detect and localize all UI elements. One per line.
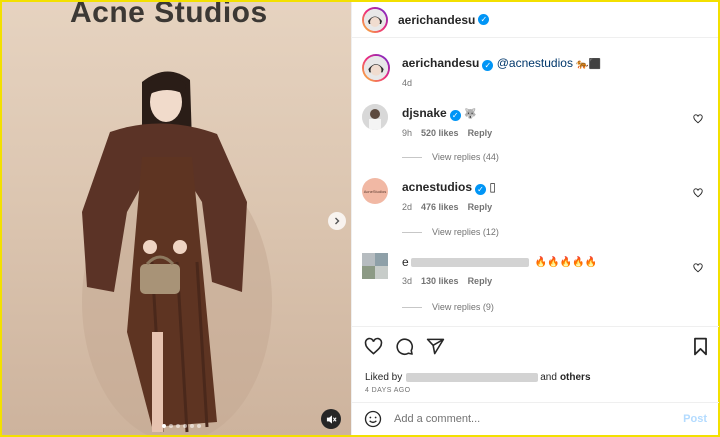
view-replies-button[interactable]: View replies (12) — [402, 227, 499, 237]
comment-text: ▯ — [489, 180, 496, 194]
verified-icon: ✓ — [482, 60, 494, 71]
caption-username[interactable]: aerichandesu — [402, 56, 479, 70]
avatar-image — [362, 104, 388, 130]
verified-icon: ✓ — [475, 184, 487, 195]
caption-mention[interactable]: @acnestudios — [497, 56, 573, 70]
comments-list: aerichandesu ✓ @acnestudios 🐅⬛ 4d djsnake… — [352, 38, 719, 326]
author-username[interactable]: aerichandesu — [398, 13, 475, 27]
verified-icon: ✓ — [478, 14, 490, 25]
post-media[interactable]: Acne Studios — [2, 2, 351, 435]
comment-username[interactable]: acnestudios — [402, 180, 472, 194]
like-comment-icon[interactable] — [693, 188, 703, 198]
comment-likes[interactable]: 476 likes — [421, 202, 459, 212]
reply-button[interactable]: Reply — [468, 202, 493, 212]
likes-summary[interactable]: Liked by and others — [365, 372, 591, 383]
post-date[interactable]: 4 DAYS AGO — [365, 387, 411, 394]
divider — [402, 231, 422, 233]
add-comment-bar: Add a comment... Post — [352, 402, 719, 435]
commenter-avatar[interactable] — [362, 104, 388, 130]
view-replies-button[interactable]: View replies (44) — [402, 152, 499, 162]
comment-likes[interactable]: 130 likes — [421, 276, 459, 286]
comment-time[interactable]: 3d — [402, 276, 412, 286]
chevron-right-icon — [335, 217, 340, 225]
post-button[interactable]: Post — [683, 413, 707, 425]
slide-dot — [169, 424, 173, 428]
comment-text: 🐺 — [464, 109, 477, 120]
like-comment-icon[interactable] — [693, 114, 703, 124]
comment-username[interactable]: djsnake — [402, 106, 447, 120]
divider — [402, 156, 422, 158]
caption-emoji: 🐅⬛ — [576, 59, 602, 70]
mute-button[interactable] — [321, 409, 341, 429]
view-replies-button[interactable]: View replies (9) — [402, 302, 494, 312]
comment-username[interactable]: e — [402, 255, 409, 269]
like-comment-icon[interactable] — [693, 263, 703, 273]
comment-input[interactable]: Add a comment... — [394, 413, 683, 425]
emoji-icon[interactable] — [364, 410, 382, 428]
view-replies-label: View replies (12) — [432, 227, 499, 237]
author-avatar[interactable] — [362, 7, 388, 33]
divider — [402, 306, 422, 308]
commenter-avatar[interactable]: AcneStudios — [362, 178, 388, 204]
slide-dot — [162, 424, 166, 428]
bookmark-icon[interactable] — [692, 337, 709, 356]
model-figure — [82, 71, 272, 435]
slide-dot — [176, 424, 180, 428]
redacted-username — [410, 257, 529, 267]
commenter-avatar[interactable] — [362, 253, 388, 279]
slide-dot — [197, 424, 201, 428]
post-actions: Liked by and others 4 DAYS AGO — [352, 326, 719, 402]
avatar-image — [362, 253, 388, 279]
liked-by-and: and — [540, 372, 557, 383]
verified-icon: ✓ — [449, 110, 461, 121]
post-header: aerichandesu ✓ — [352, 2, 718, 38]
heart-icon[interactable] — [364, 337, 383, 356]
view-replies-label: View replies (44) — [432, 152, 499, 162]
liked-by-others[interactable]: others — [560, 372, 591, 383]
comment-text: 🔥🔥🔥🔥🔥 — [534, 256, 597, 268]
liked-by-label: Liked by — [365, 372, 403, 383]
reply-button[interactable]: Reply — [468, 128, 493, 138]
comment-time[interactable]: 2d — [402, 202, 412, 212]
reply-button[interactable]: Reply — [468, 276, 493, 286]
slide-dot — [190, 424, 194, 428]
avatar-text: AcneStudios — [363, 188, 387, 194]
avatar-image — [364, 8, 386, 31]
caption-avatar[interactable] — [362, 54, 390, 82]
slide-indicator — [162, 424, 201, 428]
comment-likes[interactable]: 520 likes — [421, 128, 459, 138]
post-sidebar: aerichandesu ✓ aerichandesu ✓ @acnestudio… — [351, 2, 719, 435]
speaker-muted-icon — [326, 414, 337, 424]
avatar-image — [364, 56, 388, 80]
view-replies-label: View replies (9) — [432, 302, 494, 312]
comment-time[interactable]: 9h — [402, 128, 412, 138]
caption-time[interactable]: 4d — [402, 78, 412, 88]
redacted-liker — [406, 373, 539, 382]
next-slide-button[interactable] — [328, 212, 346, 230]
share-icon[interactable] — [426, 337, 445, 356]
slide-dot — [183, 424, 187, 428]
comment-icon[interactable] — [395, 337, 414, 356]
